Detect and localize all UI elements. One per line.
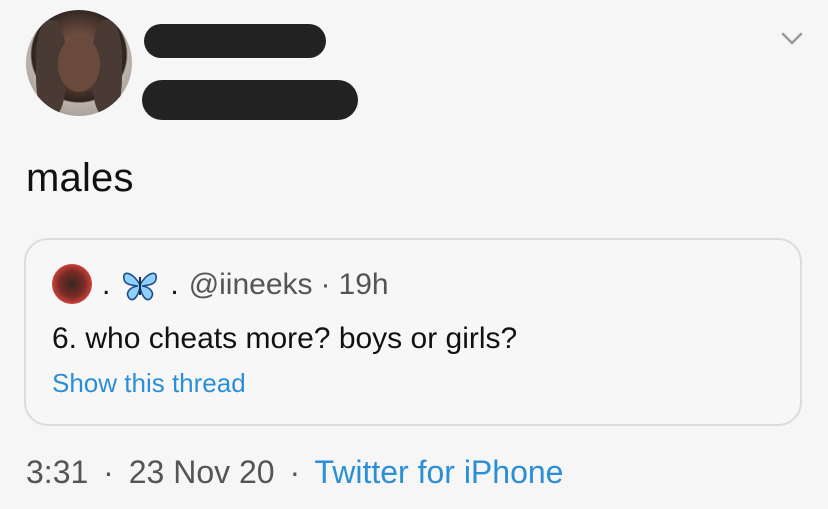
quoted-avatar[interactable] [52, 264, 92, 304]
tweet-meta: 3:31 · 23 Nov 20 · Twitter for iPhone [26, 454, 563, 491]
quoted-tweet[interactable]: . . @iineeks · 19h 6. who cheats more? b… [24, 238, 802, 426]
quoted-time: 19h [338, 268, 389, 301]
redacted-display-name [144, 24, 326, 58]
avatar-face [58, 36, 100, 92]
quoted-name-dot: . [102, 268, 111, 301]
meta-separator-2: · [289, 454, 301, 490]
quoted-name-dot-2: . [170, 268, 179, 301]
quoted-header: . . @iineeks · 19h [102, 268, 389, 302]
quoted-text: 6. who cheats more? boys or girls? [52, 322, 518, 355]
show-thread-link[interactable]: Show this thread [52, 368, 246, 399]
separator: · [320, 268, 331, 301]
author-avatar[interactable] [26, 10, 132, 116]
quoted-handle[interactable]: @iineeks [189, 268, 313, 302]
redacted-username [142, 80, 358, 120]
tweet-date: 23 Nov 20 [128, 454, 275, 490]
meta-separator: · [103, 454, 114, 490]
tweet-time: 3:31 [26, 454, 89, 490]
tweet-source-link[interactable]: Twitter for iPhone [314, 454, 563, 490]
tweet-text: males [26, 156, 134, 200]
butterfly-icon [123, 272, 158, 301]
chevron-down-icon[interactable] [781, 30, 803, 48]
